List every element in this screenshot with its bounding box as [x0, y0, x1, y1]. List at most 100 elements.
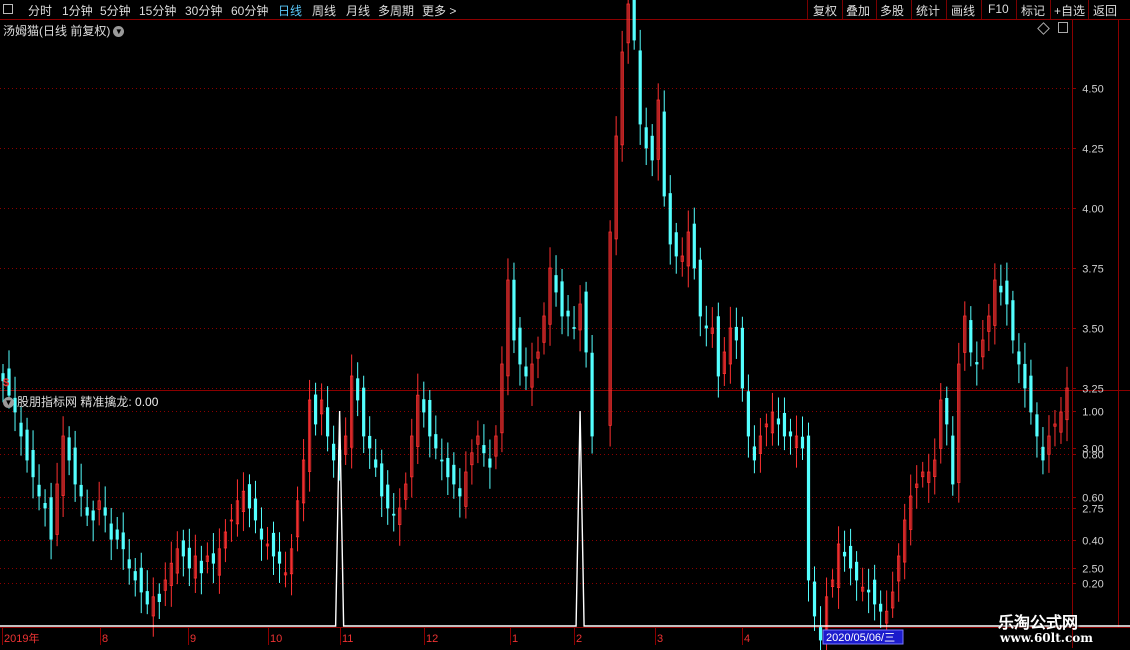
candle-body	[1029, 375, 1033, 413]
candle-body	[67, 437, 71, 461]
panel-toggle-icon[interactable]	[1058, 22, 1068, 33]
y-tick-label: 3.25	[1082, 384, 1103, 396]
candle-body	[554, 275, 558, 293]
y-tick-label: 4.00	[1082, 204, 1103, 216]
candle-body	[818, 627, 823, 641]
candle-body	[1017, 351, 1021, 365]
candle-body	[145, 591, 149, 605]
y-tick-label: 0.20	[1082, 579, 1103, 591]
candle-body	[91, 510, 95, 521]
indicator-name: 精准擒龙:	[80, 395, 132, 409]
x-tick-label: 4	[744, 633, 750, 645]
candle-body	[79, 484, 83, 497]
candle-body	[452, 464, 456, 485]
candle-body	[253, 498, 258, 521]
x-tick-label: 2019年	[4, 631, 39, 645]
candle-body	[356, 378, 360, 401]
highlighted-date-label: 2020/05/06/三	[826, 632, 895, 644]
candle-body	[326, 407, 330, 437]
x-tick-label: 8	[102, 633, 108, 645]
candle-body	[951, 435, 955, 485]
candle-body	[115, 529, 119, 540]
candle-body	[392, 513, 396, 516]
candle-body	[428, 399, 432, 437]
candle-body	[313, 394, 318, 425]
candle-body	[458, 488, 462, 497]
candle-body	[127, 559, 131, 569]
y-tick-label: 0.40	[1082, 536, 1103, 548]
candle-body	[271, 532, 276, 557]
high-label: 4.90	[640, 0, 661, 2]
candle-body	[848, 545, 853, 569]
candle-body	[1011, 300, 1015, 341]
candle-body	[638, 50, 642, 125]
candle-body	[873, 579, 877, 605]
candle-body	[662, 111, 666, 197]
candle-body	[788, 431, 793, 437]
watermark-url: www.60lt.com	[1000, 631, 1093, 645]
candle-body	[1041, 446, 1045, 461]
candle-body	[524, 366, 528, 377]
candle-body	[999, 285, 1003, 293]
candle-body	[37, 484, 41, 497]
candle-body	[380, 463, 384, 497]
candle-body	[187, 547, 191, 569]
candle-body	[368, 435, 372, 449]
candle-body	[332, 443, 336, 461]
candle-body	[1035, 414, 1039, 437]
candle-body	[1023, 363, 1027, 389]
candle-body	[674, 232, 678, 257]
candle-body	[434, 434, 438, 449]
candle-body	[211, 553, 215, 564]
candle-body	[25, 429, 29, 461]
indicator-line	[0, 410, 1130, 627]
candle-body	[157, 593, 161, 602]
candle-body	[806, 435, 811, 581]
candle-body	[1005, 280, 1009, 305]
indicator-value: 0.00	[135, 395, 159, 409]
candle-body	[975, 362, 979, 365]
candle-body	[740, 327, 744, 389]
candle-body	[19, 422, 23, 437]
candle-body	[181, 540, 185, 557]
candle-body	[139, 567, 143, 593]
x-tick-label: 1	[512, 633, 518, 645]
candle-body	[704, 325, 708, 329]
x-tick-label: 11	[342, 633, 353, 645]
x-tick-label: 2	[576, 633, 582, 645]
candle-body	[277, 551, 282, 564]
indicator-source-label: 股朋指标网	[17, 395, 78, 409]
y-tick-label: 1.00	[1082, 407, 1103, 419]
candle-body	[85, 507, 89, 516]
candle-body	[746, 391, 750, 437]
indicator-title: ▼ 股朋指标网 精准擒龙: 0.00	[3, 393, 158, 410]
candle-body	[668, 193, 672, 245]
candle-body	[31, 450, 35, 478]
candle-body	[842, 551, 847, 557]
x-tick-label: 10	[270, 633, 282, 645]
candle-body	[446, 457, 450, 478]
stock-chart[interactable]: 4.504.254.003.753.503.253.002.752.501.00…	[0, 0, 1130, 650]
candle-body	[386, 484, 390, 509]
candle-body	[867, 589, 871, 593]
x-tick-label: 9	[190, 633, 196, 645]
y-tick-label: 3.50	[1082, 324, 1103, 336]
x-tick-label: 12	[426, 633, 438, 645]
chevron-down-icon[interactable]: ▼	[113, 26, 125, 38]
y-tick-label: 2.75	[1082, 504, 1103, 516]
stock-title: 汤姆猫(日线 前复权)	[3, 24, 111, 38]
candle-body	[698, 259, 702, 317]
y-tick-label: 3.75	[1082, 264, 1103, 276]
y-tick-label: 0.80	[1082, 450, 1103, 462]
candle-body	[247, 484, 252, 509]
candle-body	[776, 418, 781, 425]
candle-body	[512, 279, 516, 341]
candle-body	[49, 497, 53, 540]
candle-body	[969, 320, 973, 353]
y-tick-label: 2.50	[1082, 564, 1103, 576]
x-tick-label: 3	[657, 633, 663, 645]
chevron-down-icon[interactable]: ▼	[3, 397, 14, 409]
candle-body	[945, 397, 949, 425]
candle-body	[374, 459, 378, 468]
candle-body	[782, 412, 787, 437]
